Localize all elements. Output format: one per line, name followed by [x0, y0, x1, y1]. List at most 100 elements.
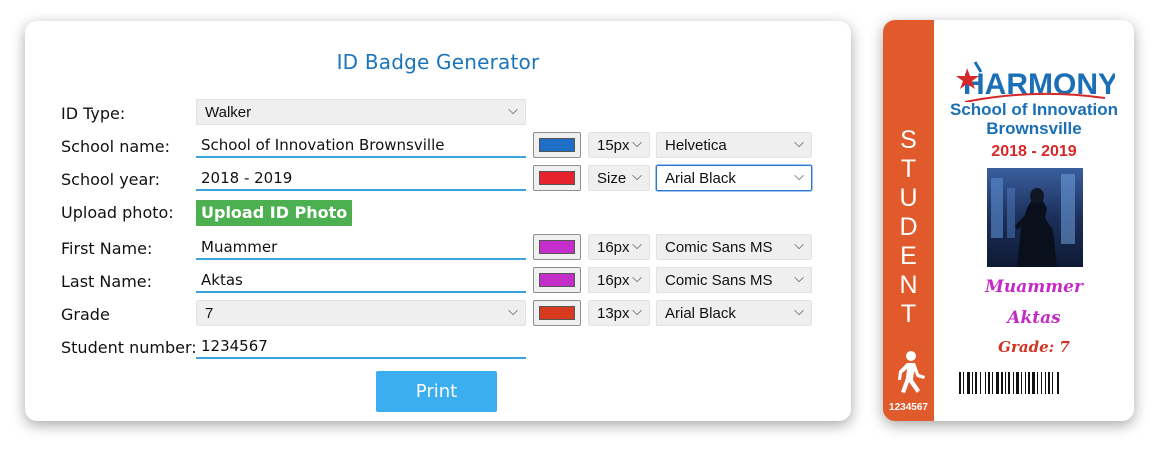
first-name-font-select[interactable]: Comic Sans MS ⌵ — [656, 234, 812, 260]
school-name-label: School name: — [61, 137, 170, 156]
first-name-color-swatch — [539, 240, 575, 254]
last-name-color-picker[interactable] — [533, 267, 581, 293]
barcode-bar — [1025, 372, 1026, 394]
barcode-bar — [980, 372, 981, 394]
walking-person-icon — [898, 351, 925, 393]
badge-school-year: 2018 - 2019 — [991, 143, 1077, 160]
badge-type-letter: U — [899, 184, 918, 212]
barcode-bar — [1021, 372, 1022, 394]
chevron-down-icon: ⌵ — [794, 237, 804, 252]
barcode-bar — [1037, 372, 1038, 394]
chevron-down-icon: ⌵ — [794, 303, 804, 318]
school-year-font-value: Arial Black — [665, 170, 736, 187]
barcode-bar — [988, 372, 990, 394]
barcode-bar — [1041, 372, 1042, 394]
first-name-row: First Name: Muammer 16px ⌵ Comic Sans MS… — [25, 234, 851, 262]
badge-type-text: S T U D E N T — [883, 126, 934, 329]
last-name-input[interactable]: Aktas — [196, 267, 526, 293]
first-name-font-value: Comic Sans MS — [665, 239, 773, 256]
chevron-down-icon: ⌵ — [794, 135, 804, 150]
school-name-color-picker[interactable] — [533, 132, 581, 158]
school-name-input[interactable]: School of Innovation Brownsville — [196, 132, 526, 158]
school-name-size-select[interactable]: 15px ⌵ — [588, 132, 650, 158]
chevron-down-icon: ⌵ — [632, 168, 642, 183]
grade-font-value: Arial Black — [665, 305, 736, 322]
barcode-bar — [975, 372, 977, 394]
badge-school-line2: Brownsville — [986, 119, 1082, 138]
student-number-label: Student number: — [61, 338, 197, 357]
id-badge-preview: S T U D E N T 1234567 HARMONY School of … — [883, 20, 1134, 421]
badge-first-name: Muammer — [985, 277, 1083, 297]
barcode-bar — [1048, 372, 1050, 394]
barcode-bar — [1008, 372, 1010, 394]
barcode-bar — [1052, 372, 1053, 394]
badge-form-panel: ID Badge Generator ID Type: Walker ⌵ Sch… — [25, 21, 851, 421]
barcode-bar — [1032, 372, 1035, 394]
chevron-down-icon: ⌵ — [794, 270, 804, 285]
barcode-bar — [972, 372, 973, 394]
school-year-color-picker[interactable] — [533, 165, 581, 191]
school-name-size-value: 15px — [597, 137, 630, 154]
barcode-icon — [959, 372, 1059, 394]
barcode-bar — [992, 372, 993, 394]
grade-row: Grade 7 ⌵ 13px ⌵ Arial Black ⌵ — [25, 300, 851, 328]
chevron-down-icon: ⌵ — [508, 102, 518, 117]
badge-type-letter: D — [899, 213, 918, 241]
badge-school-line1: School of Innovation — [949, 100, 1119, 119]
school-name-row: School name: School of Innovation Browns… — [25, 132, 851, 160]
grade-size-select[interactable]: 13px ⌵ — [588, 300, 650, 326]
id-type-value: Walker — [205, 104, 252, 121]
last-name-row: Last Name: Aktas 16px ⌵ Comic Sans MS ⌵ — [25, 267, 851, 295]
grade-font-select[interactable]: Arial Black ⌵ — [656, 300, 812, 326]
school-name-font-select[interactable]: Helvetica ⌵ — [656, 132, 812, 158]
last-name-size-value: 16px — [597, 272, 630, 289]
school-name-color-swatch — [539, 138, 575, 152]
student-photo — [987, 168, 1083, 267]
chevron-down-icon: ⌵ — [508, 303, 518, 318]
grade-label: Grade — [61, 305, 110, 324]
barcode-bar — [967, 372, 970, 394]
chevron-down-icon: ⌵ — [632, 270, 642, 285]
grade-color-swatch — [539, 306, 575, 320]
chevron-down-icon: ⌵ — [794, 168, 804, 183]
id-type-select[interactable]: Walker ⌵ — [196, 99, 526, 125]
barcode-bar — [1005, 372, 1006, 394]
barcode-bar — [963, 372, 964, 394]
first-name-input[interactable]: Muammer — [196, 234, 526, 260]
grade-color-picker[interactable] — [533, 300, 581, 326]
last-name-label: Last Name: — [61, 272, 153, 291]
barcode-bar — [1057, 372, 1059, 394]
grade-value: 7 — [205, 305, 214, 322]
school-year-size-value: Size — [597, 170, 627, 187]
school-year-input[interactable]: 2018 - 2019 — [196, 165, 526, 191]
student-number-input[interactable]: 1234567 — [196, 333, 526, 359]
school-year-size-select[interactable]: Size ⌵ — [588, 165, 650, 191]
chevron-down-icon: ⌵ — [632, 303, 642, 318]
barcode-bar — [1028, 372, 1030, 394]
grade-select[interactable]: 7 ⌵ — [196, 300, 526, 326]
barcode-bar — [1016, 372, 1019, 394]
school-year-font-select[interactable]: Arial Black ⌵ — [656, 165, 812, 191]
id-type-row: ID Type: Walker ⌵ — [25, 99, 851, 127]
barcode-bar — [985, 372, 986, 394]
upload-id-photo-button[interactable]: Upload ID Photo — [196, 200, 353, 226]
badge-grade: Grade: 7 — [998, 338, 1070, 356]
badge-last-name: Aktas — [1007, 308, 1061, 328]
last-name-color-swatch — [539, 273, 575, 287]
last-name-size-select[interactable]: 16px ⌵ — [588, 267, 650, 293]
harmony-logo: HARMONY — [956, 61, 1115, 102]
barcode-bar — [1045, 372, 1046, 394]
last-name-font-select[interactable]: Comic Sans MS ⌵ — [656, 267, 812, 293]
first-name-color-picker[interactable] — [533, 234, 581, 260]
badge-student-number: 1234567 — [889, 402, 928, 413]
badge-type-letter: T — [900, 155, 917, 183]
id-type-label: ID Type: — [61, 104, 126, 123]
badge-type-letter: N — [899, 271, 918, 299]
barcode-bar — [959, 372, 961, 394]
page-title: ID Badge Generator — [336, 50, 540, 74]
school-name-font-value: Helvetica — [665, 137, 727, 154]
print-button[interactable]: Print — [376, 371, 497, 412]
barcode-bar — [996, 372, 999, 394]
first-name-size-select[interactable]: 16px ⌵ — [588, 234, 650, 260]
student-number-row: Student number: 1234567 — [25, 333, 851, 361]
